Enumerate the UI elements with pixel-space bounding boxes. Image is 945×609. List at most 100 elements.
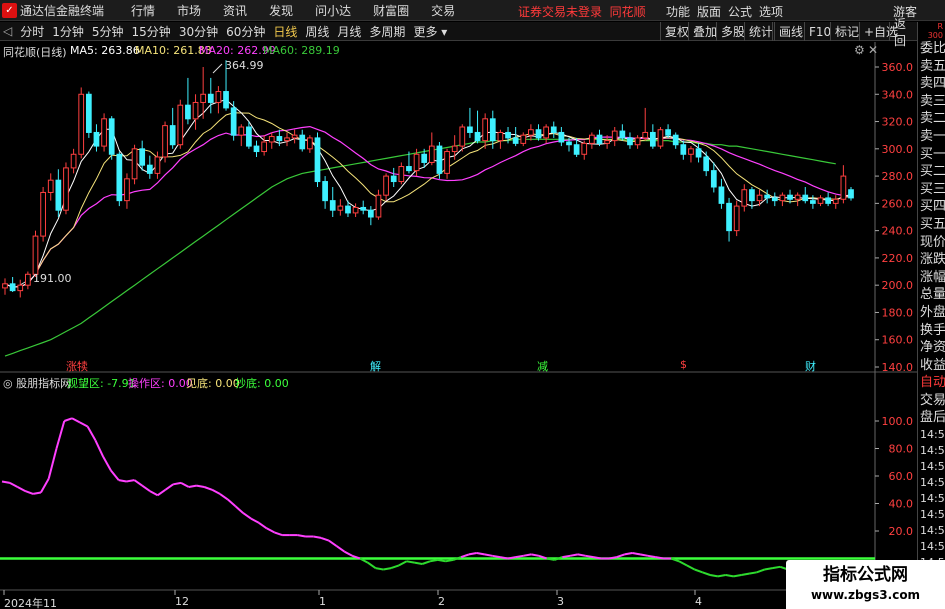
price-tick-label-8: 300.0 [882, 143, 914, 156]
back-button[interactable]: 返回 [889, 17, 917, 48]
candle-body-73 [558, 131, 565, 143]
candle-body-79 [604, 140, 610, 144]
candle-body-97 [741, 189, 748, 207]
osc-seg-54 [421, 560, 431, 565]
menu-item-function[interactable]: 功能 [666, 3, 690, 20]
menu-item-discover[interactable]: 发现 [269, 2, 293, 19]
period-60min[interactable]: 60分钟 [226, 23, 265, 40]
menu-item-ask[interactable]: 问小达 [315, 2, 351, 19]
candle-body-53 [406, 166, 412, 172]
period-5min[interactable]: 5分钟 [92, 23, 124, 40]
period-weekly[interactable]: 周线 [305, 23, 329, 40]
candle-body-83 [634, 137, 641, 146]
sidebar-field-13: 涨幅 [920, 269, 945, 285]
osc-seg-89 [694, 568, 703, 574]
osc-seg-23 [180, 482, 190, 488]
close-chart-icon[interactable]: ✕ [868, 43, 878, 57]
osc-seg-40 [313, 535, 322, 539]
candle-body-58 [444, 151, 450, 174]
menu-item-news[interactable]: 资讯 [223, 2, 247, 19]
chart-area[interactable]: 140.0160.0180.0200.0220.0240.0260.0280.0… [0, 42, 917, 609]
candle-body-88 [672, 134, 679, 146]
osc-tick-label-3: 80.0 [889, 443, 914, 456]
period-intraday[interactable]: 分时 [20, 23, 44, 40]
sidebar-field-19[interactable]: 自动 [918, 374, 945, 392]
osc-seg-62 [484, 553, 493, 557]
sidebar-field-20[interactable]: 交易 [918, 392, 945, 410]
candle-body-82 [627, 137, 633, 146]
collapse-icon[interactable]: ◁ [3, 24, 12, 38]
osc-seg-93 [725, 574, 734, 578]
candle-body-70 [535, 129, 542, 139]
period-15min[interactable]: 15分钟 [132, 23, 171, 40]
osc-tick-label-2: 60.0 [889, 470, 914, 483]
ma5-label: MA5: 263.86 [70, 44, 140, 57]
candle-body-69 [528, 129, 534, 136]
period-more[interactable]: 更多 ▾ [413, 23, 447, 40]
price-tick-label-5: 240.0 [882, 225, 914, 238]
event-marker-4[interactable]: 财 [805, 358, 816, 374]
sidebar-field-9: 买四 [920, 199, 945, 215]
date-label-3: 2 [438, 595, 445, 608]
period-30min[interactable]: 30分钟 [179, 23, 218, 40]
candle-body-86 [657, 129, 664, 147]
osc-seg-6 [47, 448, 58, 480]
osc-seg-18 [141, 484, 151, 492]
candle-body-48 [367, 209, 374, 218]
menu-item-wealth[interactable]: 财富圈 [373, 2, 409, 19]
candle-body-105 [802, 194, 809, 202]
login-warning[interactable]: 证券交易未登录 同花顺 [518, 3, 646, 20]
sidebar-field-21[interactable]: 盘后 [918, 409, 945, 427]
osc-seg-52 [406, 560, 415, 564]
candle-body-71 [543, 126, 549, 139]
menu-item-markets[interactable]: 市场 [177, 2, 201, 19]
menu-item-formula[interactable]: 公式 [728, 3, 752, 20]
sidebar-top-label: R [937, 22, 943, 31]
observe-zone-label: 观望区: -7.91 [67, 377, 136, 390]
sidebar-field-5: 卖一 [920, 128, 945, 144]
osc-seg-64 [499, 556, 508, 560]
event-marker-2[interactable]: 减 [537, 358, 548, 374]
candle-body-11 [85, 93, 92, 133]
candle-body-31 [238, 126, 245, 136]
sidebar-time-4: 14:56 [920, 492, 945, 506]
candle-body-110 [840, 175, 847, 200]
osc-seg-63 [492, 554, 501, 559]
indicator-title: ◎ 股朋指标网 [3, 377, 72, 390]
candle-body-64 [489, 118, 496, 142]
osc-seg-24 [188, 484, 197, 488]
osc-seg-34 [266, 527, 275, 534]
draw-line-button[interactable]: 画线 [774, 22, 807, 41]
candle-body-2 [17, 284, 24, 292]
period-1min[interactable]: 1分钟 [52, 23, 84, 40]
osc-seg-10 [79, 421, 89, 428]
watermark-url: www.zbgs3.com [810, 588, 921, 602]
osc-tick-label-1: 40.0 [889, 498, 914, 511]
candle-body-102 [779, 194, 786, 202]
event-marker-3[interactable]: $ [680, 358, 687, 371]
candle-body-67 [512, 137, 519, 144]
candle-body-13 [101, 118, 107, 147]
event-marker-1[interactable]: 解 [370, 358, 381, 374]
osc-seg-1 [9, 482, 19, 488]
price-tick-label-0: 140.0 [882, 361, 914, 374]
candle-body-20 [154, 156, 161, 174]
candle-body-84 [642, 131, 649, 139]
menu-item-trade[interactable]: 交易 [431, 2, 455, 19]
menu-item-market[interactable]: 行情 [131, 2, 155, 19]
app-title: 通达信金融终端 [20, 3, 105, 18]
candle-body-18 [139, 148, 146, 166]
osc-seg-31 [242, 512, 252, 520]
sidebar-field-2: 卖四 [920, 76, 945, 92]
osc-seg-66 [515, 554, 524, 559]
osc-seg-68 [531, 553, 540, 557]
candle-body-16 [124, 178, 130, 202]
event-marker-0[interactable]: 涨犊 [66, 358, 88, 374]
menu-item-layout[interactable]: 版面 [697, 3, 721, 20]
menu-item-options[interactable]: 选项 [759, 3, 783, 20]
settings-icon[interactable]: ⚙ [854, 43, 865, 57]
period-monthly[interactable]: 月线 [337, 23, 361, 40]
period-daily[interactable]: 日线 [273, 23, 297, 40]
candle-body-85 [649, 131, 656, 147]
period-multi[interactable]: 多周期 [369, 23, 405, 40]
